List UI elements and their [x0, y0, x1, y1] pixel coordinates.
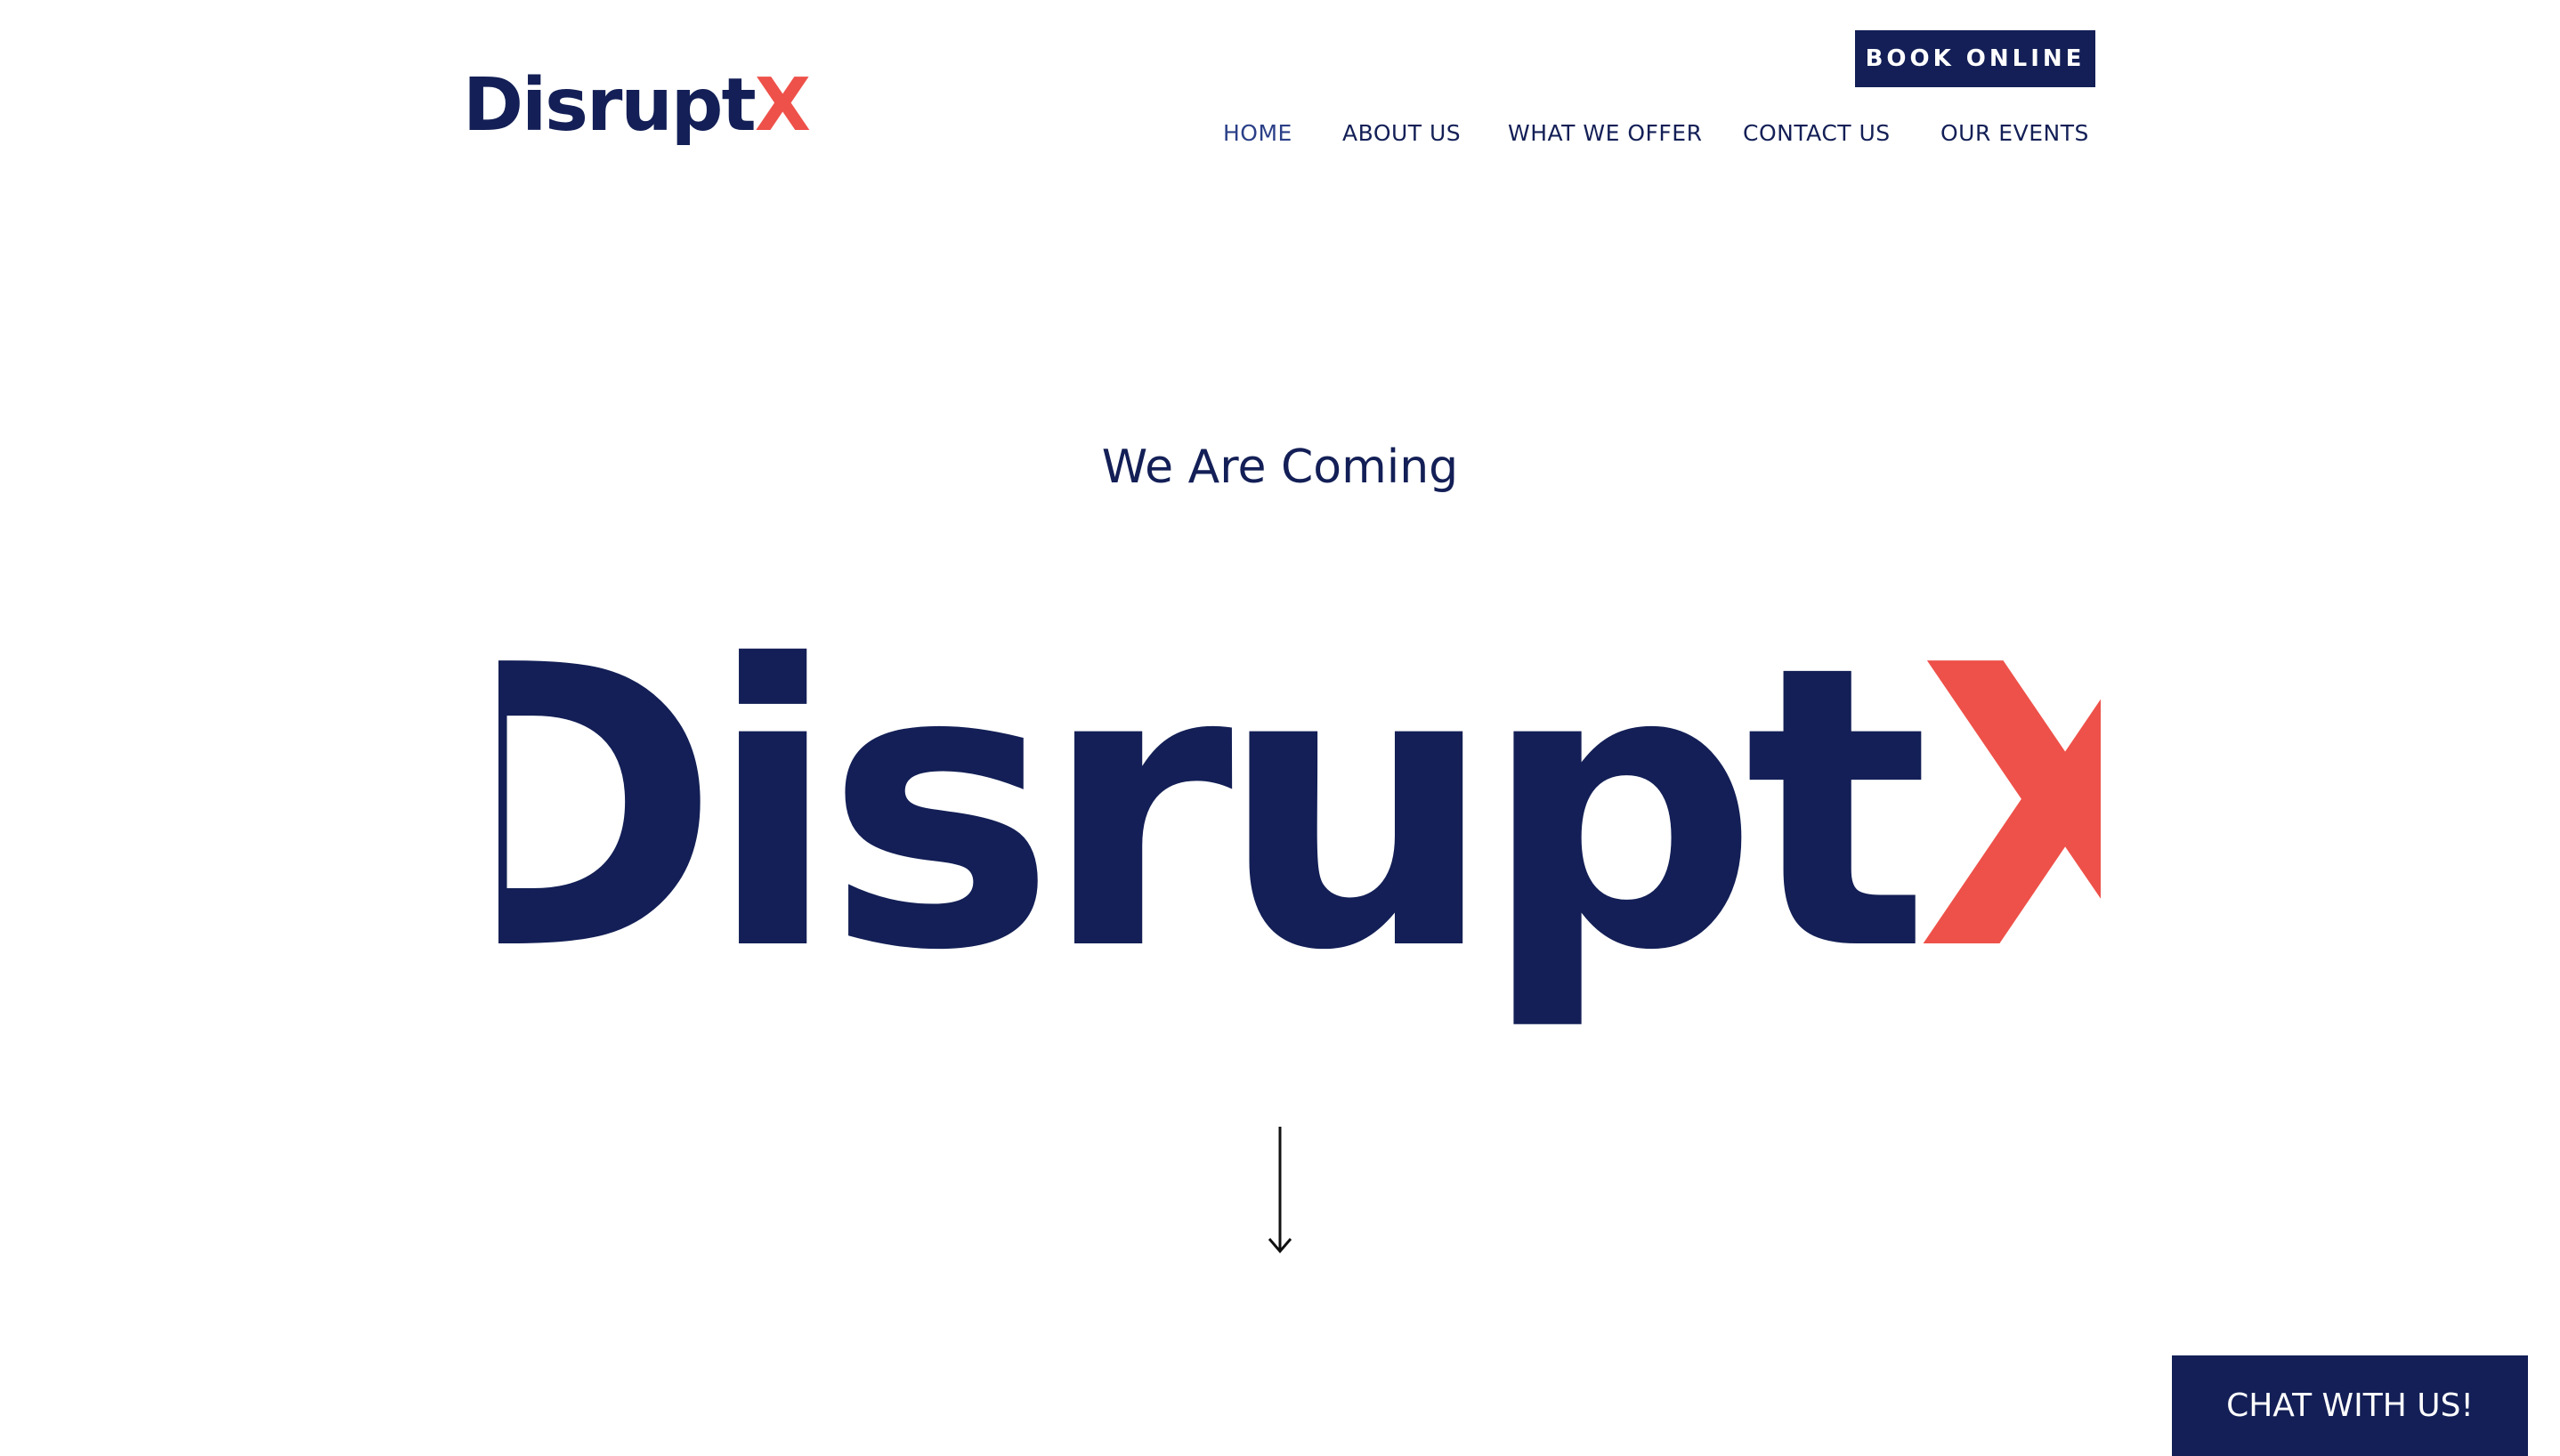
hero-title-main: Disrupt — [498, 605, 1926, 1035]
nav-item-home[interactable]: HOME — [1223, 116, 1292, 151]
nav-item-what-we-offer[interactable]: WHAT WE OFFER — [1508, 116, 1702, 151]
svg-text:DisruptX: DisruptX — [498, 605, 2101, 1035]
nav-item-contact-us[interactable]: CONTACT US — [1743, 116, 1891, 151]
book-online-button[interactable]: BOOK ONLINE — [1855, 30, 2095, 87]
nav-item-about-us[interactable]: ABOUT US — [1342, 116, 1461, 151]
hero-tagline: We Are Coming — [1101, 441, 1459, 494]
nav-item-our-events[interactable]: OUR EVENTS — [1940, 116, 2089, 151]
hero-title-accent: X — [1916, 605, 2101, 1035]
main-nav: HOME ABOUT US WHAT WE OFFER CONTACT US O… — [0, 116, 2560, 151]
chat-with-us-button[interactable]: CHAT WITH US! — [2172, 1355, 2528, 1456]
arrow-down-icon[interactable] — [1262, 1123, 1298, 1257]
hero-wordmark: DisruptX — [498, 605, 2101, 1068]
